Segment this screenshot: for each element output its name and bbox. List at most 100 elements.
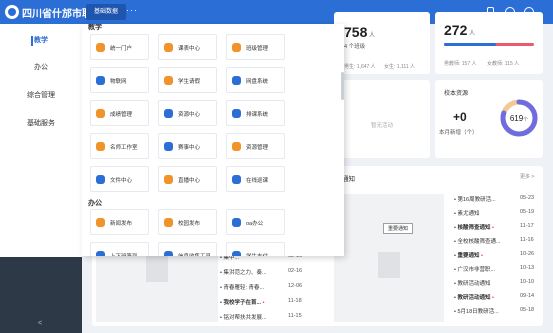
app-tile-label: 直播中心 [178,178,201,184]
notice-row[interactable]: • 教研活动通知 [454,279,490,287]
news-placeholder-image [96,246,218,322]
cloud-disk-icon [232,76,241,85]
app-tile[interactable]: 名师工作室 [90,133,149,159]
section-office-title: 办公 [88,200,102,207]
app-tile[interactable]: 赛事中心 [158,133,217,159]
app-tile[interactable]: 上下班签到 [90,242,149,256]
app-tile[interactable]: 资源管理 [226,133,285,159]
female-teacher-count: 115 人 [504,61,520,67]
app-tile[interactable]: oa办公 [226,209,285,235]
notice-row[interactable]: • 素尤通知 [454,209,479,217]
notice-row-date: 05-18 [520,307,535,313]
notice-row-date: 11-17 [520,223,534,229]
app-tile-label: 成绩管理 [110,112,133,118]
document-icon [146,256,168,282]
live-icon [164,175,173,184]
app-tile[interactable]: 在线巡课 [226,166,285,192]
iot-icon [96,76,105,85]
collapse-sidebar-icon[interactable]: < [38,320,42,327]
notice-row[interactable]: • 我校学子在首... • [220,298,265,306]
school-logo[interactable] [5,5,19,19]
student-stats-card: 758 人 4 个班级 男生: 1,647 人 女生: 1,111 人 [334,12,430,74]
sidebar-item-teaching[interactable]: 教学 [0,34,82,48]
teacher-count: 272 [444,22,468,38]
notice-row[interactable]: • 青春雁轻: 青春... [220,283,264,291]
notice-row-title: 第16周教研活... [457,197,496,203]
female-label: 女生: [384,64,396,70]
unread-dot: • [479,253,483,259]
more-menu-icon[interactable]: ··· [126,5,138,15]
app-tile-label: 物联网 [110,79,127,85]
sidebar: 教学 办公 综合管理 基础服务 < [0,24,82,333]
campus-icon [164,218,173,227]
unread-dot: • [490,225,494,231]
sidebar-item-management[interactable]: 综合管理 [0,89,82,103]
notice-row-title: 教研活动通知 [457,295,491,301]
sidebar-item-office[interactable]: 办公 [0,61,82,75]
sidebar-item-basic-service[interactable]: 基础服务 [0,117,82,131]
app-tile[interactable]: 排课系统 [226,100,285,126]
app-tile[interactable]: 班级管理 [226,34,285,60]
school-resource-card: 校本资源 +0 本月新增（个） 619个 [435,80,543,158]
student-unit: 人 [369,33,376,39]
unread-dot: • [261,300,265,306]
notice-row-title: 青春雁轻: 青春... [223,285,265,291]
news-icon [96,218,105,227]
notice-row-date: 10-10 [520,279,535,285]
resource-total: 619 [509,114,524,123]
app-tile[interactable]: 新闻发布 [90,209,149,235]
app-tile-label: 在线巡课 [246,178,269,184]
portal-icon [96,43,105,52]
notice-row-title: 我校学子在首... [223,300,262,306]
file-icon [96,175,105,184]
app-tile-label: 学生支付 [246,252,268,256]
notice-more-link[interactable]: 更多 > [520,173,534,180]
app-tile-label: 校园发布 [178,221,201,227]
app-tile-label: 网盘系统 [246,79,269,85]
notice-row-date: 05-19 [520,209,535,215]
app-tile[interactable]: 物联网 [90,67,149,93]
notice-row[interactable]: • 全校核酸筛查通... [454,237,501,245]
tab-basic-data[interactable]: 基础数据 [86,4,126,20]
app-tile[interactable]: 学生请假 [158,67,217,93]
notice-row-date: 05-23 [520,195,535,201]
notice-row[interactable]: • 第16周教研活... [454,195,496,203]
app-tile[interactable]: 信息收集工具 [158,242,217,256]
notice-row[interactable]: • 重要通知 • [454,251,483,259]
notice-row[interactable]: • 教研活动通知 • [454,293,494,301]
notice-row[interactable]: • 核酸筛查通知 • [454,223,494,231]
app-tile-label: 统一门户 [110,46,133,52]
notice-row[interactable]: • 集洪范之力、奏... [220,268,267,276]
app-tile-label: 文件中心 [110,178,133,184]
notice-row-title: 铭对帮扶共发展... [223,315,267,321]
app-tile-label: 信息收集工具 [178,252,211,256]
app-tile[interactable]: 网盘系统 [226,67,285,93]
app-tile-label: 上下班签到 [110,252,138,256]
app-tile[interactable]: 成绩管理 [90,100,149,126]
resource-title: 校本资源 [444,91,469,97]
notice-row-title: 教研活动通知 [457,281,491,287]
male-count: 1,647 人 [356,64,376,70]
notice-row[interactable]: • 铭对帮扶共发展... [220,313,267,321]
notice-row-date: 11-18 [288,298,302,304]
notice-row-title: 广汉市非营职... [457,267,496,273]
app-tile[interactable]: 直播中心 [158,166,217,192]
pay-icon [232,251,241,256]
menu-scrollbar[interactable] [341,72,344,100]
app-tile[interactable]: 校园发布 [158,209,217,235]
app-tile[interactable]: 课表中心 [158,34,217,60]
document-icon [378,252,400,278]
contest-icon [164,142,173,151]
notice-row[interactable]: • 广汉市非营职... [454,265,495,273]
app-tile[interactable]: 资源中心 [158,100,217,126]
notice-row-date: 11-16 [520,237,534,243]
notice-row[interactable]: • 5月18日教研活... [454,307,499,315]
app-tile[interactable]: 文件中心 [90,166,149,192]
app-tile[interactable]: 统一门户 [90,34,149,60]
class-count: 4 个班级 [344,44,366,50]
resource-icon [164,109,173,118]
no-activity-text: 暂无活动 [370,123,393,129]
app-tile[interactable]: 学生支付 [226,242,285,256]
oa-icon [232,218,241,227]
app-menu-panel: 教学 统一门户 课表中心 班级管理 物联网 学生请假 网盘系统 成绩管理 资源中心 排课系统 名师… [82,24,344,256]
